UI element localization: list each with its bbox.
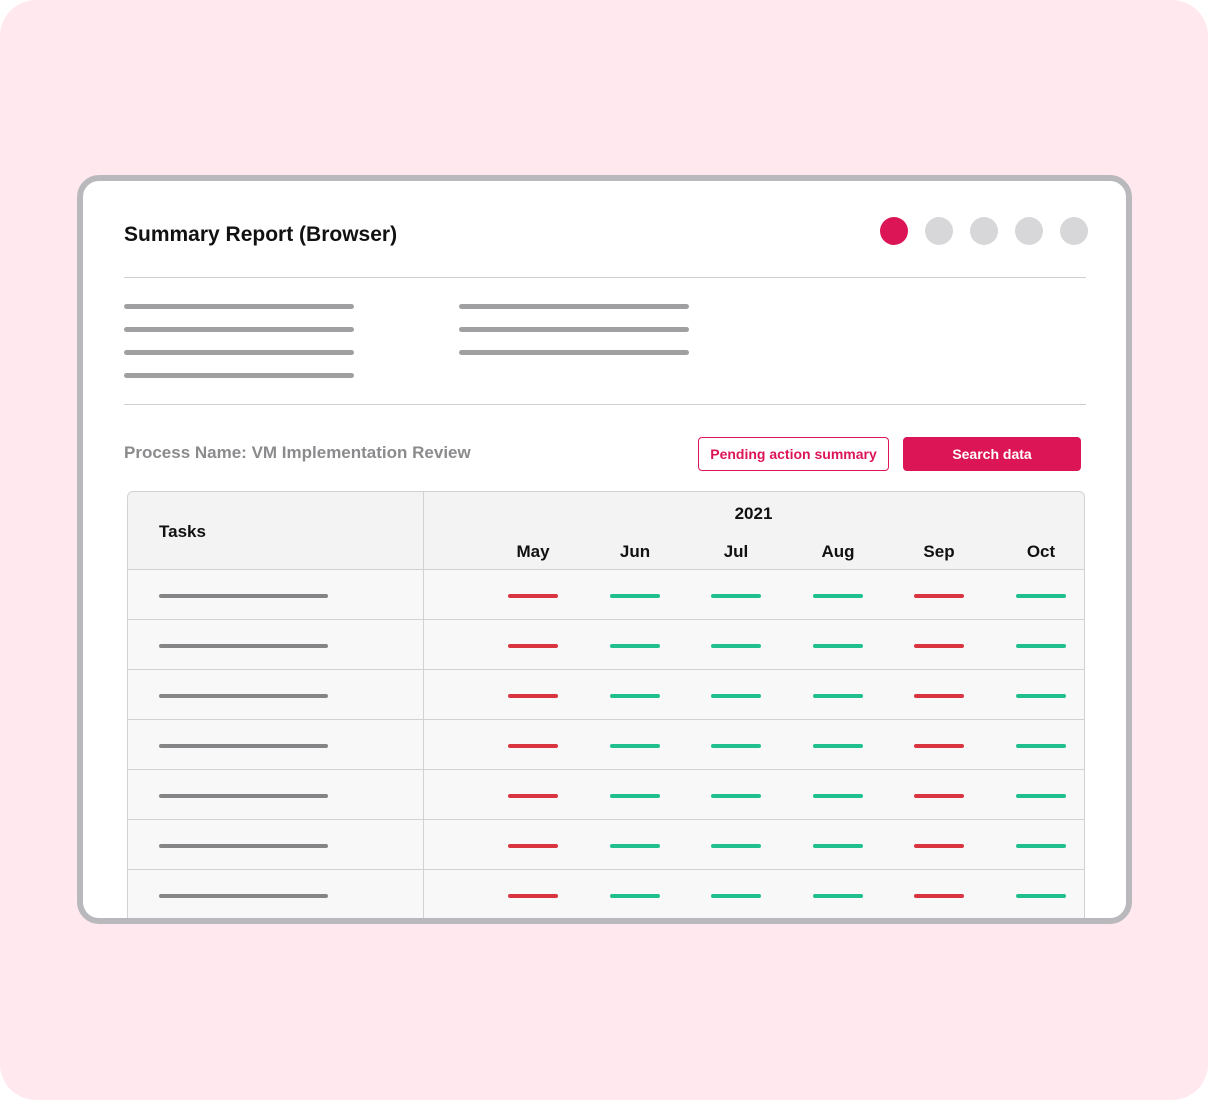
status-indicator-oct bbox=[1016, 694, 1066, 698]
tasks-table: Tasks 2021 May Jun Jul Aug Sep Oct bbox=[127, 491, 1085, 918]
status-indicator-jul bbox=[711, 744, 761, 748]
status-indicator-oct bbox=[1016, 844, 1066, 848]
status-indicator-sep bbox=[914, 644, 964, 648]
task-name-placeholder bbox=[159, 894, 328, 898]
status-indicator-oct bbox=[1016, 644, 1066, 648]
tasks-column-header: Tasks bbox=[159, 522, 206, 541]
status-indicator-aug bbox=[813, 844, 863, 848]
status-indicator-oct bbox=[1016, 744, 1066, 748]
pending-action-summary-button[interactable]: Pending action summary bbox=[698, 437, 889, 471]
status-indicator-jul bbox=[711, 694, 761, 698]
status-indicator-may bbox=[508, 894, 558, 898]
table-row[interactable] bbox=[128, 569, 1084, 620]
status-indicator-sep bbox=[914, 744, 964, 748]
status-indicator-sep bbox=[914, 894, 964, 898]
year-header: 2021 bbox=[734, 504, 773, 523]
task-name-placeholder bbox=[159, 744, 328, 748]
task-name-placeholder bbox=[159, 644, 328, 648]
status-indicator-may bbox=[508, 844, 558, 848]
table-row[interactable] bbox=[128, 769, 1084, 820]
placeholder-line bbox=[124, 327, 354, 332]
status-indicator-jun bbox=[610, 594, 660, 598]
step-dot-3[interactable] bbox=[970, 217, 998, 245]
status-indicator-jun bbox=[610, 694, 660, 698]
table-row[interactable] bbox=[128, 819, 1084, 870]
status-indicator-aug bbox=[813, 794, 863, 798]
placeholder-line bbox=[459, 304, 689, 309]
table-row[interactable] bbox=[128, 869, 1084, 918]
status-indicator-sep bbox=[914, 694, 964, 698]
header-divider bbox=[124, 277, 1086, 278]
status-indicator-jun bbox=[610, 644, 660, 648]
status-indicator-sep bbox=[914, 594, 964, 598]
task-name-placeholder bbox=[159, 594, 328, 598]
placeholder-line bbox=[124, 350, 354, 355]
status-indicator-may bbox=[508, 694, 558, 698]
status-indicator-aug bbox=[813, 694, 863, 698]
search-data-button[interactable]: Search data bbox=[903, 437, 1081, 471]
task-name-placeholder bbox=[159, 844, 328, 848]
status-indicator-may bbox=[508, 744, 558, 748]
status-indicator-sep bbox=[914, 794, 964, 798]
month-header-jun: Jun bbox=[619, 542, 651, 561]
status-indicator-oct bbox=[1016, 594, 1066, 598]
step-indicator bbox=[880, 217, 1088, 245]
status-indicator-may bbox=[508, 794, 558, 798]
placeholder-line bbox=[459, 350, 689, 355]
status-indicator-jul bbox=[711, 794, 761, 798]
status-indicator-oct bbox=[1016, 794, 1066, 798]
status-indicator-jun bbox=[610, 794, 660, 798]
status-indicator-may bbox=[508, 594, 558, 598]
step-dot-2[interactable] bbox=[925, 217, 953, 245]
status-indicator-jul bbox=[711, 594, 761, 598]
status-indicator-jun bbox=[610, 744, 660, 748]
task-name-placeholder bbox=[159, 794, 328, 798]
table-header: Tasks 2021 May Jun Jul Aug Sep Oct bbox=[128, 492, 1084, 570]
step-dot-1[interactable] bbox=[880, 217, 908, 245]
task-name-placeholder bbox=[159, 694, 328, 698]
month-header-may: May bbox=[516, 542, 550, 561]
column-divider bbox=[423, 492, 424, 918]
window-title: Summary Report (Browser) bbox=[124, 223, 398, 246]
status-indicator-aug bbox=[813, 744, 863, 748]
table-row[interactable] bbox=[128, 669, 1084, 720]
status-indicator-aug bbox=[813, 644, 863, 648]
status-indicator-sep bbox=[914, 844, 964, 848]
step-dot-4[interactable] bbox=[1015, 217, 1043, 245]
table-row[interactable] bbox=[128, 719, 1084, 770]
placeholder-line bbox=[124, 304, 354, 309]
process-name-label: Process Name: VM Implementation Review bbox=[124, 443, 471, 462]
month-header-aug: Aug bbox=[821, 542, 855, 561]
status-indicator-aug bbox=[813, 894, 863, 898]
status-indicator-aug bbox=[813, 594, 863, 598]
table-row[interactable] bbox=[128, 619, 1084, 670]
month-header-oct: Oct bbox=[1026, 542, 1056, 561]
step-dot-5[interactable] bbox=[1060, 217, 1088, 245]
status-indicator-jun bbox=[610, 894, 660, 898]
status-indicator-jun bbox=[610, 844, 660, 848]
summary-report-window: Summary Report (Browser) Process Name: V… bbox=[77, 175, 1132, 924]
month-header-sep: Sep bbox=[923, 542, 955, 561]
month-header-jul: Jul bbox=[723, 542, 749, 561]
info-divider bbox=[124, 404, 1086, 405]
placeholder-line bbox=[459, 327, 689, 332]
placeholder-line bbox=[124, 373, 354, 378]
status-indicator-may bbox=[508, 644, 558, 648]
status-indicator-jul bbox=[711, 844, 761, 848]
status-indicator-jul bbox=[711, 894, 761, 898]
status-indicator-oct bbox=[1016, 894, 1066, 898]
status-indicator-jul bbox=[711, 644, 761, 648]
